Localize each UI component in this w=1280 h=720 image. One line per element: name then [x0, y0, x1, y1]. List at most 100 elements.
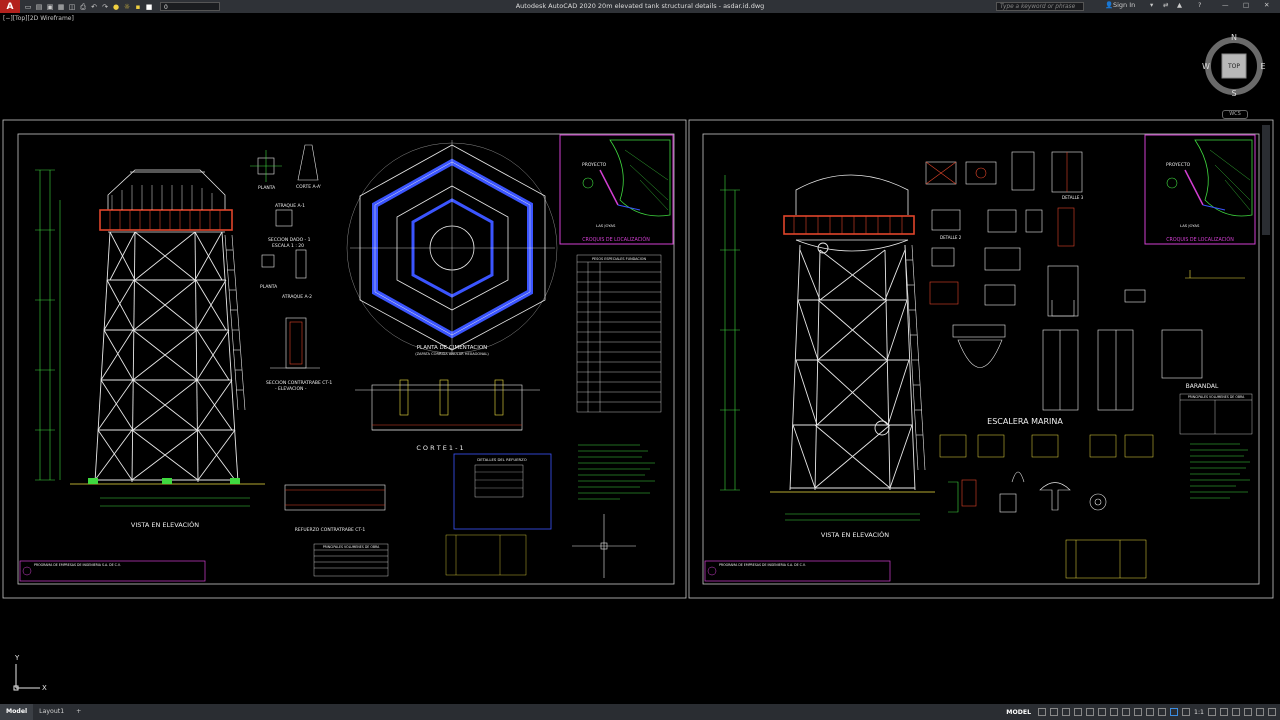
help-center-icon[interactable]: ▲: [1177, 1, 1182, 9]
detail-planta: [250, 144, 319, 279]
workspace-gear-icon[interactable]: [1208, 708, 1216, 716]
plan-label: PLANTA: [258, 185, 276, 191]
otrack-icon[interactable]: [1110, 708, 1119, 716]
chevron-down-icon[interactable]: ▾: [1150, 1, 1153, 9]
clean-screen-icon[interactable]: [1256, 708, 1264, 716]
atraque-2-label: ATRAQUE A-2: [282, 294, 312, 300]
compass-south[interactable]: S: [1231, 89, 1236, 96]
transparency-icon[interactable]: [1134, 708, 1143, 716]
title-block-1: PROGRAMA DE EMPRESAS DE INGENIERIA S.A. …: [19, 560, 206, 582]
lineweight-icon[interactable]: [1122, 708, 1131, 716]
hardware-acceleration-icon[interactable]: [1244, 708, 1252, 716]
tab-layout1[interactable]: Layout1: [33, 704, 70, 720]
corte-title: C O R T E 1 - 1: [416, 444, 463, 452]
detalle-2-label: DETALLE 2: [940, 235, 962, 240]
open-web-icon[interactable]: ◫: [68, 3, 76, 11]
tank-vessel: [107, 169, 226, 233]
refuerzo-label: REFUERZO CONTRATRABE CT-1: [295, 527, 366, 533]
wcs-menu[interactable]: WCS: [1222, 110, 1248, 119]
plan-label-2: PLANTA: [260, 284, 278, 290]
place-label-1: LAS JOYAS: [596, 223, 616, 228]
undo-icon[interactable]: ↶: [90, 3, 98, 11]
app-menu-button[interactable]: A: [0, 0, 20, 13]
compass-west[interactable]: W: [1202, 62, 1210, 71]
status-bar: Model Layout1 + MODEL 1:1: [0, 704, 1280, 720]
annotation-scale-value[interactable]: 1:1: [1194, 709, 1204, 716]
layer-bulb-icon[interactable]: ●: [112, 3, 120, 11]
project-label-1: PROYECTO: [582, 162, 607, 168]
annotation-monitor-icon[interactable]: [1170, 708, 1179, 716]
compass-east[interactable]: E: [1260, 62, 1265, 71]
seccion-dado-label: SECCION DADO - 1: [268, 237, 311, 243]
location-sketch-2: PROYECTO LAS JOYAS CROQUIS DE LOCALIZACI…: [1144, 134, 1256, 245]
osnap-icon[interactable]: [1098, 708, 1107, 716]
volumenes-title-2: PRINCIPALES VOLUMENES DE OBRA: [1188, 395, 1245, 399]
vertical-scrollbar[interactable]: [1262, 125, 1270, 235]
add-layout-button[interactable]: +: [70, 704, 87, 720]
isolate-icon[interactable]: [1232, 708, 1240, 716]
foundation-title: PLANTA DE CIMENTACION: [417, 345, 488, 351]
tank-vessel-2: [795, 174, 909, 252]
selection-cycling-icon[interactable]: [1146, 708, 1155, 716]
redo-icon[interactable]: ↷: [101, 3, 109, 11]
exchange-icon[interactable]: ⇄: [1163, 1, 1168, 9]
sheet-2: VISTA EN ELEVACIÓN DETALLE 2 DETALLE 3 E…: [704, 134, 1256, 582]
location-title-2: CROQUIS DE LOCALIZACIÓN: [1166, 236, 1234, 243]
layer-dropdown[interactable]: 0: [160, 2, 220, 11]
annotation-scale-icon[interactable]: [1182, 708, 1191, 716]
minimize-button[interactable]: —: [1222, 1, 1229, 9]
compass-north[interactable]: N: [1231, 33, 1237, 42]
layer-sun-icon[interactable]: ☼: [123, 3, 131, 11]
3d-osnap-icon[interactable]: [1158, 708, 1167, 716]
autocad-logo-icon: A: [6, 1, 14, 12]
notes-green: [578, 444, 655, 500]
project-label-2: PROYECTO: [1166, 162, 1191, 168]
ucs-y-label: Y: [14, 654, 20, 662]
save-as-icon[interactable]: ▦: [57, 3, 65, 11]
new-file-icon[interactable]: ▭: [24, 3, 32, 11]
tank-band-2: [783, 215, 915, 235]
dimension-chain-left: [35, 169, 250, 507]
hexagon-foundation: [346, 140, 558, 355]
layer-lock-icon[interactable]: ▪: [134, 3, 142, 11]
drawing-canvas[interactable]: VISTA EN ELEVACIÓN PLANTA CORTE A-A' ATR…: [0, 14, 1280, 704]
seccion-contratrabe-label: SECCION CONTRATRABE CT-1: [266, 380, 332, 386]
help-icon[interactable]: ?: [1198, 1, 1201, 9]
tower-structure: [94, 231, 239, 483]
plus-icon[interactable]: [1220, 708, 1228, 716]
title-block-2: PROGRAMA DE EMPRESAS DE INGENIERIA S.A. …: [704, 560, 891, 582]
model-space-toggle[interactable]: MODEL: [1006, 709, 1031, 716]
barandal-title: BARANDAL: [1186, 383, 1219, 390]
grid-icon[interactable]: [1038, 708, 1047, 716]
tab-model[interactable]: Model: [0, 704, 34, 720]
detail-row: [939, 434, 1154, 458]
open-folder-icon[interactable]: ▤: [35, 3, 43, 11]
plot-icon[interactable]: ⎙: [79, 3, 87, 11]
quick-access-toolbar: ▭ ▤ ▣ ▦ ◫ ⎙ ↶ ↷ ● ☼ ▪ ■ 0: [24, 2, 220, 11]
company-name-2: PROGRAMA DE EMPRESAS DE INGENIERIA S.A. …: [719, 563, 806, 567]
close-button[interactable]: ✕: [1264, 1, 1269, 9]
viewcube-top-label: TOP: [1227, 63, 1240, 70]
elevacion-label: - ELEVACION -: [275, 386, 307, 392]
customization-menu-icon[interactable]: [1268, 708, 1276, 716]
atraque-label: ATRAQUE A-1: [275, 203, 305, 209]
infer-icon[interactable]: [1062, 708, 1071, 716]
snap-icon[interactable]: [1050, 708, 1059, 716]
polar-icon[interactable]: [1086, 708, 1095, 716]
location-sketch-1: PROYECTO LAS JOYAS CROQUIS DE LOCALIZACI…: [559, 134, 674, 245]
user-icon[interactable]: 👤: [1105, 1, 1113, 9]
title-bar: A ▭ ▤ ▣ ▦ ◫ ⎙ ↶ ↷ ● ☼ ▪ ■ 0 Autodesk Aut…: [0, 0, 1280, 13]
maximize-button[interactable]: □: [1243, 1, 1249, 9]
elevation-title-2: VISTA EN ELEVACIÓN: [821, 530, 889, 539]
viewcube[interactable]: TOP N S W E: [1201, 30, 1267, 96]
detalle-3-label: DETALLE 3: [1062, 195, 1084, 200]
save-icon[interactable]: ▣: [46, 3, 54, 11]
status-toggles: MODEL 1:1: [1006, 704, 1276, 720]
ucs-x-label: X: [42, 684, 47, 692]
sign-in-button[interactable]: Sign In: [1113, 1, 1135, 9]
location-title-1: CROQUIS DE LOCALIZACIÓN: [582, 236, 650, 243]
search-input[interactable]: Type a keyword or phrase: [996, 2, 1084, 11]
layer-color-icon[interactable]: ■: [145, 3, 153, 11]
escalera-title: ESCALERA MARINA: [987, 417, 1063, 426]
ortho-icon[interactable]: [1074, 708, 1083, 716]
